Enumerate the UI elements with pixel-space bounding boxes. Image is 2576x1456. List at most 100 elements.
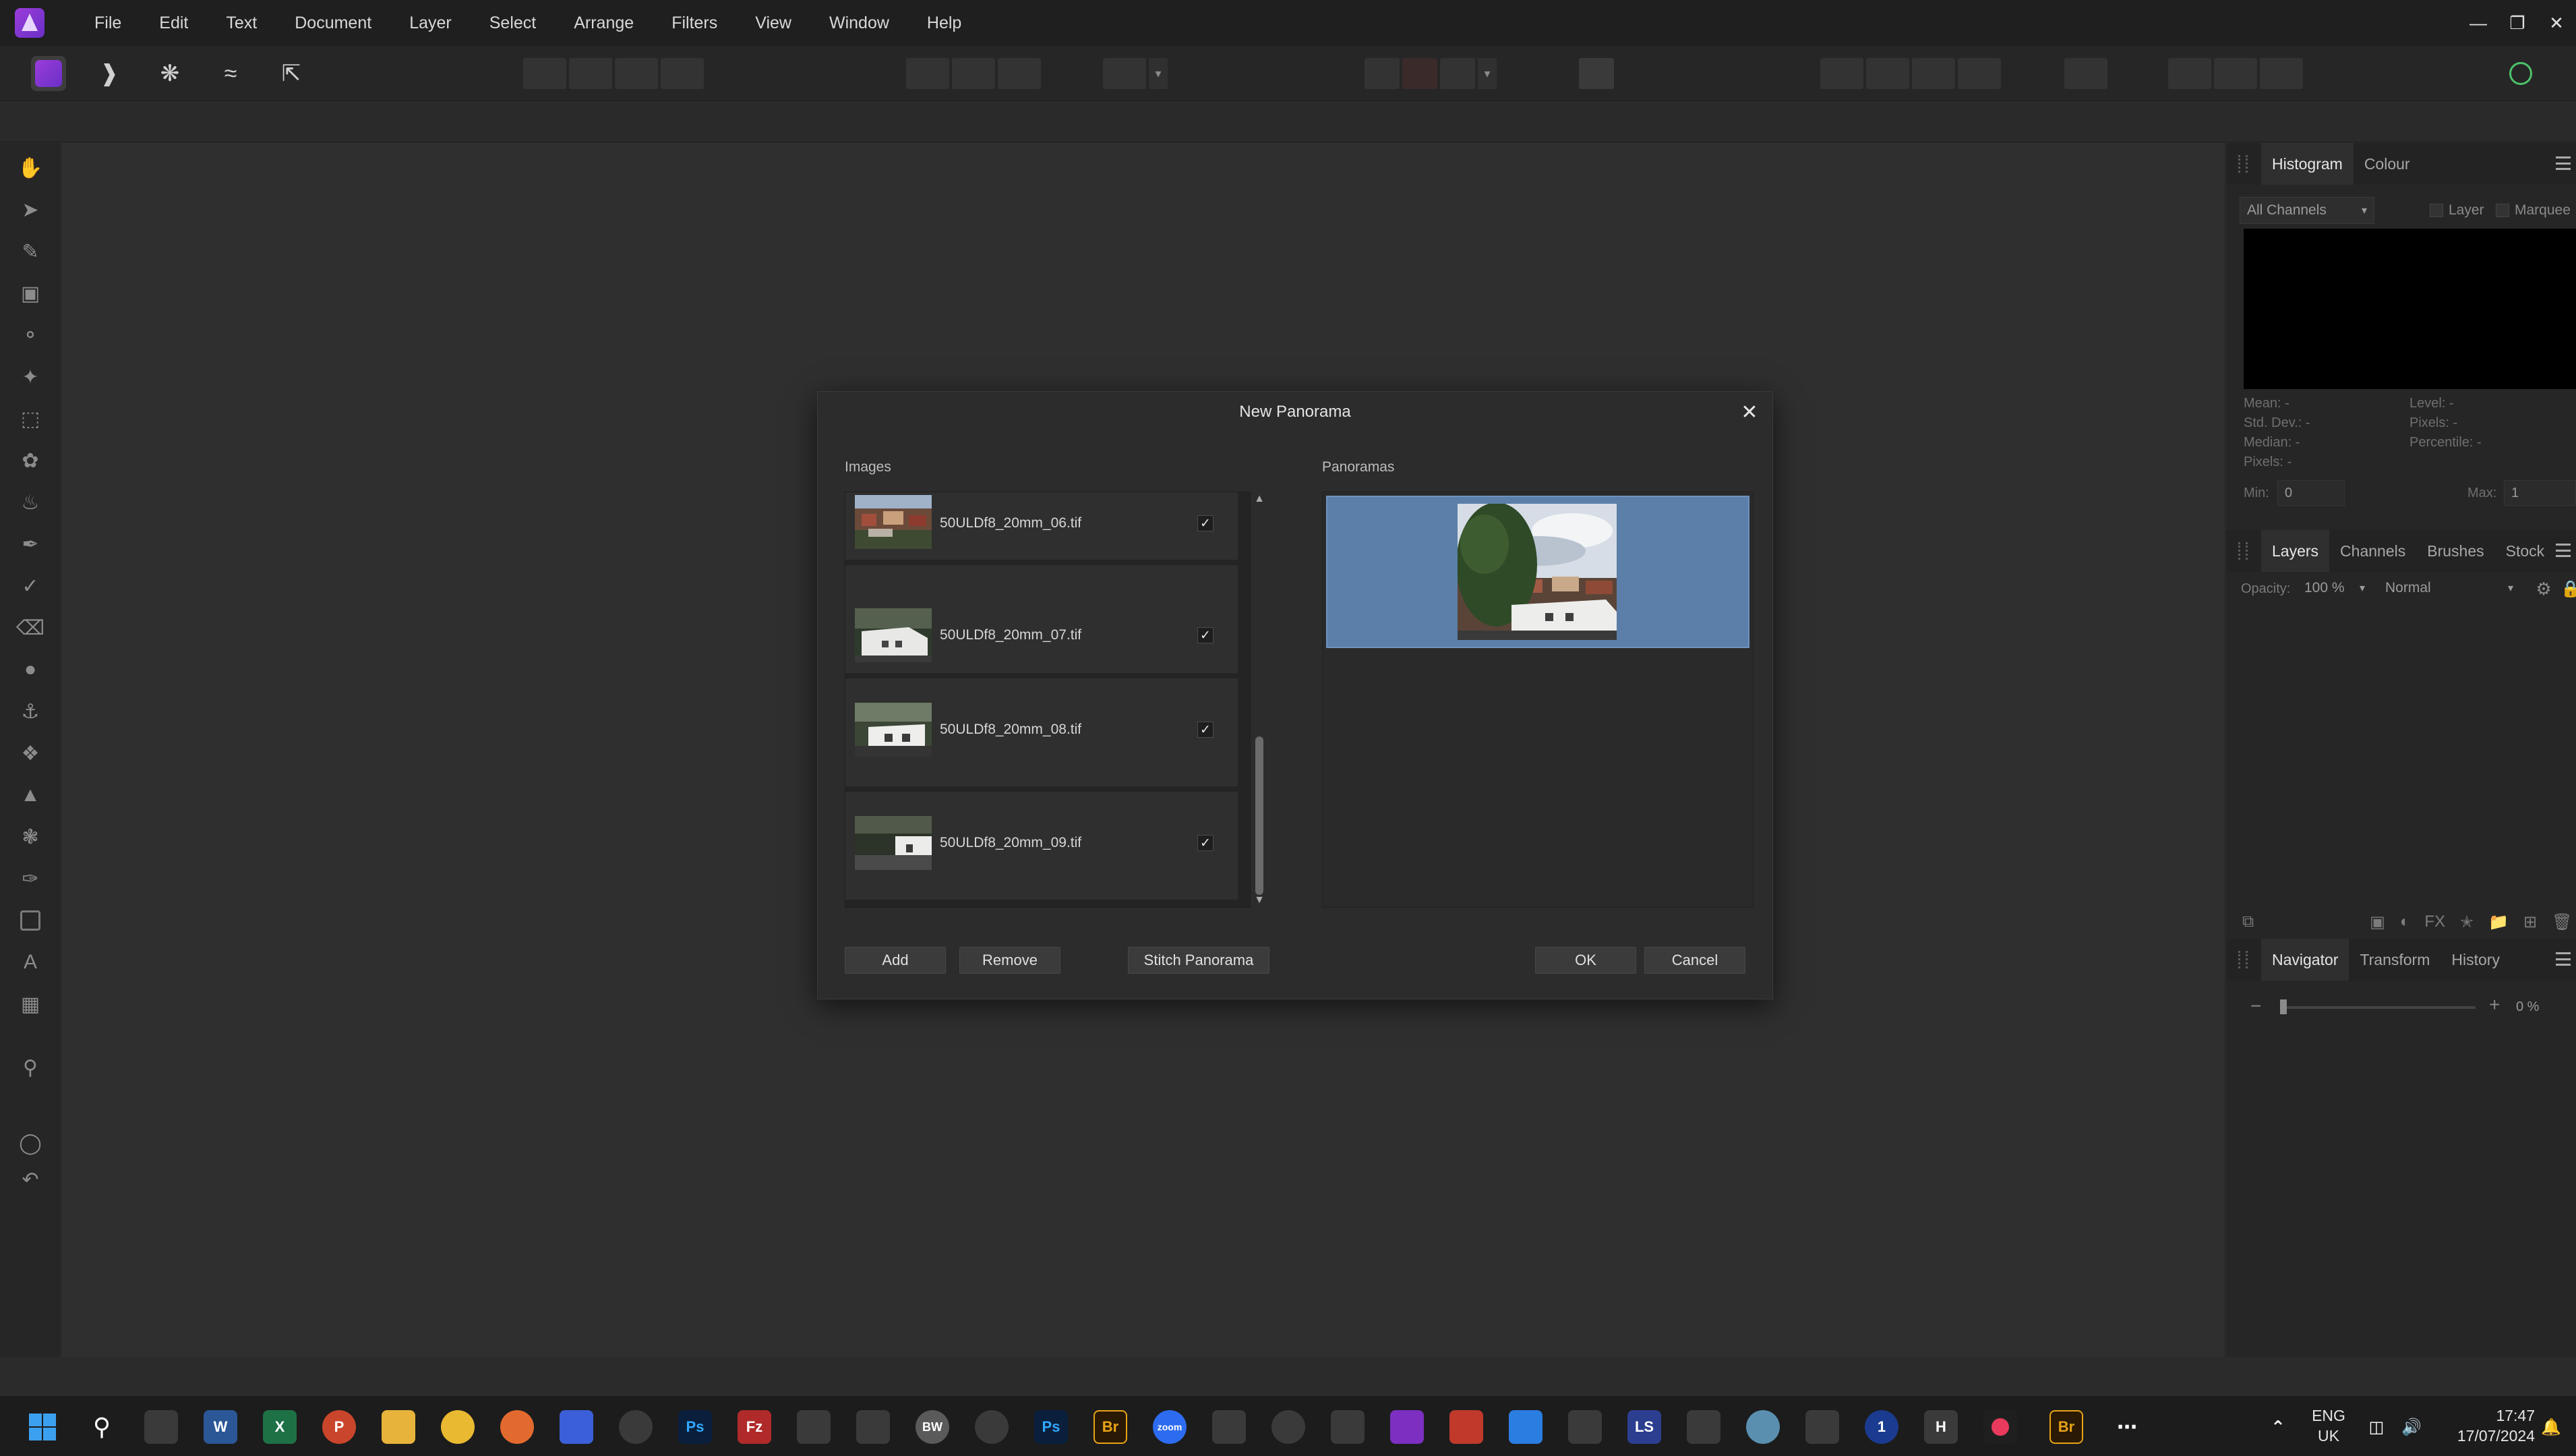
record-icon[interactable] [1983, 1410, 2017, 1444]
app-bw-icon[interactable]: BW [916, 1410, 949, 1444]
swap-colours-icon[interactable]: ↶ [16, 1165, 44, 1194]
panel-menu-icon[interactable] [2556, 156, 2571, 170]
toolbar-button[interactable] [1866, 58, 1909, 89]
layer-settings-gear-icon[interactable]: ⚙ [2529, 575, 2558, 603]
affinity-photo-taskbar-icon[interactable] [1390, 1410, 1424, 1444]
toolbar-button[interactable] [952, 58, 995, 89]
toolbar-button[interactable] [1103, 58, 1146, 89]
drag-grip-icon[interactable] [2238, 542, 2248, 560]
layer-duplicate-icon[interactable]: ⧉ [2242, 912, 2254, 931]
app-globe-icon[interactable] [619, 1410, 653, 1444]
menu-select[interactable]: Select [471, 0, 555, 46]
toolbar-button[interactable] [906, 58, 949, 89]
paint-brush-icon[interactable]: ✒ [16, 530, 44, 558]
panel-menu-icon[interactable] [2556, 952, 2571, 966]
affinity-photo-logo-icon[interactable] [15, 8, 44, 38]
app-1password-icon[interactable]: 1 [1865, 1410, 1898, 1444]
blur-brush-icon[interactable]: ❖ [16, 739, 44, 767]
colour-picker-icon[interactable]: ✎ [16, 237, 44, 266]
image-list-item[interactable]: 50ULDf8_20mm_07.tif ✓ [845, 565, 1238, 676]
toolbar-button[interactable] [2260, 58, 2303, 89]
layer-checkbox[interactable]: Layer [2430, 202, 2484, 219]
filezilla-icon[interactable]: Fz [738, 1410, 771, 1444]
toolbar-button[interactable] [1912, 58, 1955, 89]
affinity-publisher-icon[interactable] [1449, 1410, 1483, 1444]
toolbar-button[interactable] [1365, 58, 1400, 89]
colour-wheel-icon[interactable]: ◯ [16, 1129, 44, 1157]
toolbar-button[interactable] [1440, 58, 1475, 89]
app-h-icon[interactable]: H [1924, 1410, 1958, 1444]
more-apps-icon[interactable]: ⋯ [2110, 1410, 2144, 1444]
mesh-warp-icon[interactable]: ▦ [16, 990, 44, 1018]
menu-view[interactable]: View [736, 0, 810, 46]
tab-history[interactable]: History [2440, 951, 2511, 969]
view-tool-hand-icon[interactable]: ✋ [16, 154, 44, 182]
zoom-out-icon[interactable]: − [2250, 995, 2261, 1017]
app-sphere-icon[interactable] [1746, 1410, 1780, 1444]
close-icon[interactable]: ✕ [1739, 401, 1760, 424]
toolbar-button[interactable] [2168, 58, 2211, 89]
toolbar-button[interactable] [523, 58, 566, 89]
menu-filters[interactable]: Filters [653, 0, 736, 46]
add-pixel-layer-icon[interactable]: ⊞ [2523, 912, 2537, 932]
search-icon[interactable]: ⚲ [85, 1410, 119, 1444]
zoom-in-icon[interactable]: + [2489, 994, 2500, 1016]
panoramas-list[interactable] [1322, 492, 1754, 908]
menu-arrange[interactable]: Arrange [555, 0, 653, 46]
drag-grip-icon[interactable] [2238, 155, 2248, 173]
toolbar-button[interactable] [615, 58, 658, 89]
bridge-alt-icon[interactable]: Br [2049, 1410, 2083, 1444]
chrome-icon[interactable] [441, 1410, 475, 1444]
photo-persona-icon[interactable] [31, 56, 66, 91]
app-blue-swift-icon[interactable] [560, 1410, 593, 1444]
freehand-selection-icon[interactable]: ✿ [16, 446, 44, 475]
app-ls-icon[interactable]: LS [1627, 1410, 1661, 1444]
powerpoint-icon[interactable]: P [322, 1410, 356, 1444]
restore-icon[interactable]: ❐ [2498, 0, 2537, 46]
task-view-icon[interactable] [144, 1410, 178, 1444]
marquee-checkbox[interactable]: Marquee [2496, 202, 2571, 219]
windows-start-icon[interactable] [26, 1410, 59, 1444]
menu-layer[interactable]: Layer [390, 0, 471, 46]
stitch-panorama-button[interactable]: Stitch Panorama [1128, 947, 1269, 974]
minimize-icon[interactable]: — [2459, 0, 2498, 46]
toolbar-button[interactable] [998, 58, 1041, 89]
max-input[interactable]: 1 [2504, 480, 2576, 506]
tab-transform[interactable]: Transform [2349, 951, 2440, 969]
app-scissors-icon[interactable] [1805, 1410, 1839, 1444]
language-indicator[interactable]: ENG UK [2308, 1405, 2349, 1446]
marquee-tool-icon[interactable]: ⬚ [16, 405, 44, 433]
opacity-field[interactable]: 100 % ▾ [2298, 575, 2372, 602]
chevron-down-icon[interactable]: ▾ [1149, 58, 1168, 89]
cancel-button[interactable]: Cancel [1644, 947, 1745, 974]
include-checkbox[interactable]: ✓ [1197, 722, 1214, 738]
firefox-icon[interactable] [500, 1410, 534, 1444]
tab-colour[interactable]: Colour [2354, 155, 2421, 173]
tab-stock[interactable]: Stock [2495, 542, 2556, 560]
toolbar-button[interactable] [2064, 58, 2107, 89]
channel-select[interactable]: All Channels ▾ [2240, 197, 2374, 224]
sharpen-brush-icon[interactable]: ▲ [16, 781, 44, 809]
menu-help[interactable]: Help [908, 0, 980, 46]
ok-button[interactable]: OK [1535, 947, 1636, 974]
menu-edit[interactable]: Edit [140, 0, 207, 46]
close-window-icon[interactable]: ✕ [2537, 0, 2576, 46]
crop-tool-icon[interactable]: ▣ [16, 279, 44, 308]
move-tool-icon[interactable]: ➤ [16, 196, 44, 224]
rectangle-tool-icon[interactable] [16, 906, 44, 935]
erase-brush-icon[interactable]: ⌫ [16, 614, 44, 642]
quick-mask-icon[interactable] [1402, 58, 1437, 89]
export-persona-icon[interactable]: ⇱ [274, 56, 309, 91]
image-list-item[interactable]: 50ULDf8_20mm_08.tif ✓ [845, 678, 1238, 789]
include-checkbox[interactable]: ✓ [1197, 627, 1214, 643]
app-ruler-icon[interactable] [1212, 1410, 1246, 1444]
toolbar-button[interactable] [1958, 58, 2001, 89]
pen-tool-icon[interactable]: ✑ [16, 865, 44, 893]
adjustment-layer-icon[interactable]: ◐ [2400, 912, 2410, 931]
photoshop-alt-icon[interactable]: Ps [1034, 1410, 1068, 1444]
tab-channels[interactable]: Channels [2329, 542, 2416, 560]
scroll-down-arrow-icon[interactable]: ▼ [1253, 894, 1265, 906]
include-checkbox[interactable]: ✓ [1197, 835, 1214, 851]
panorama-item-selected[interactable] [1326, 496, 1749, 648]
chevron-up-icon[interactable]: ⌃ [2261, 1410, 2295, 1444]
